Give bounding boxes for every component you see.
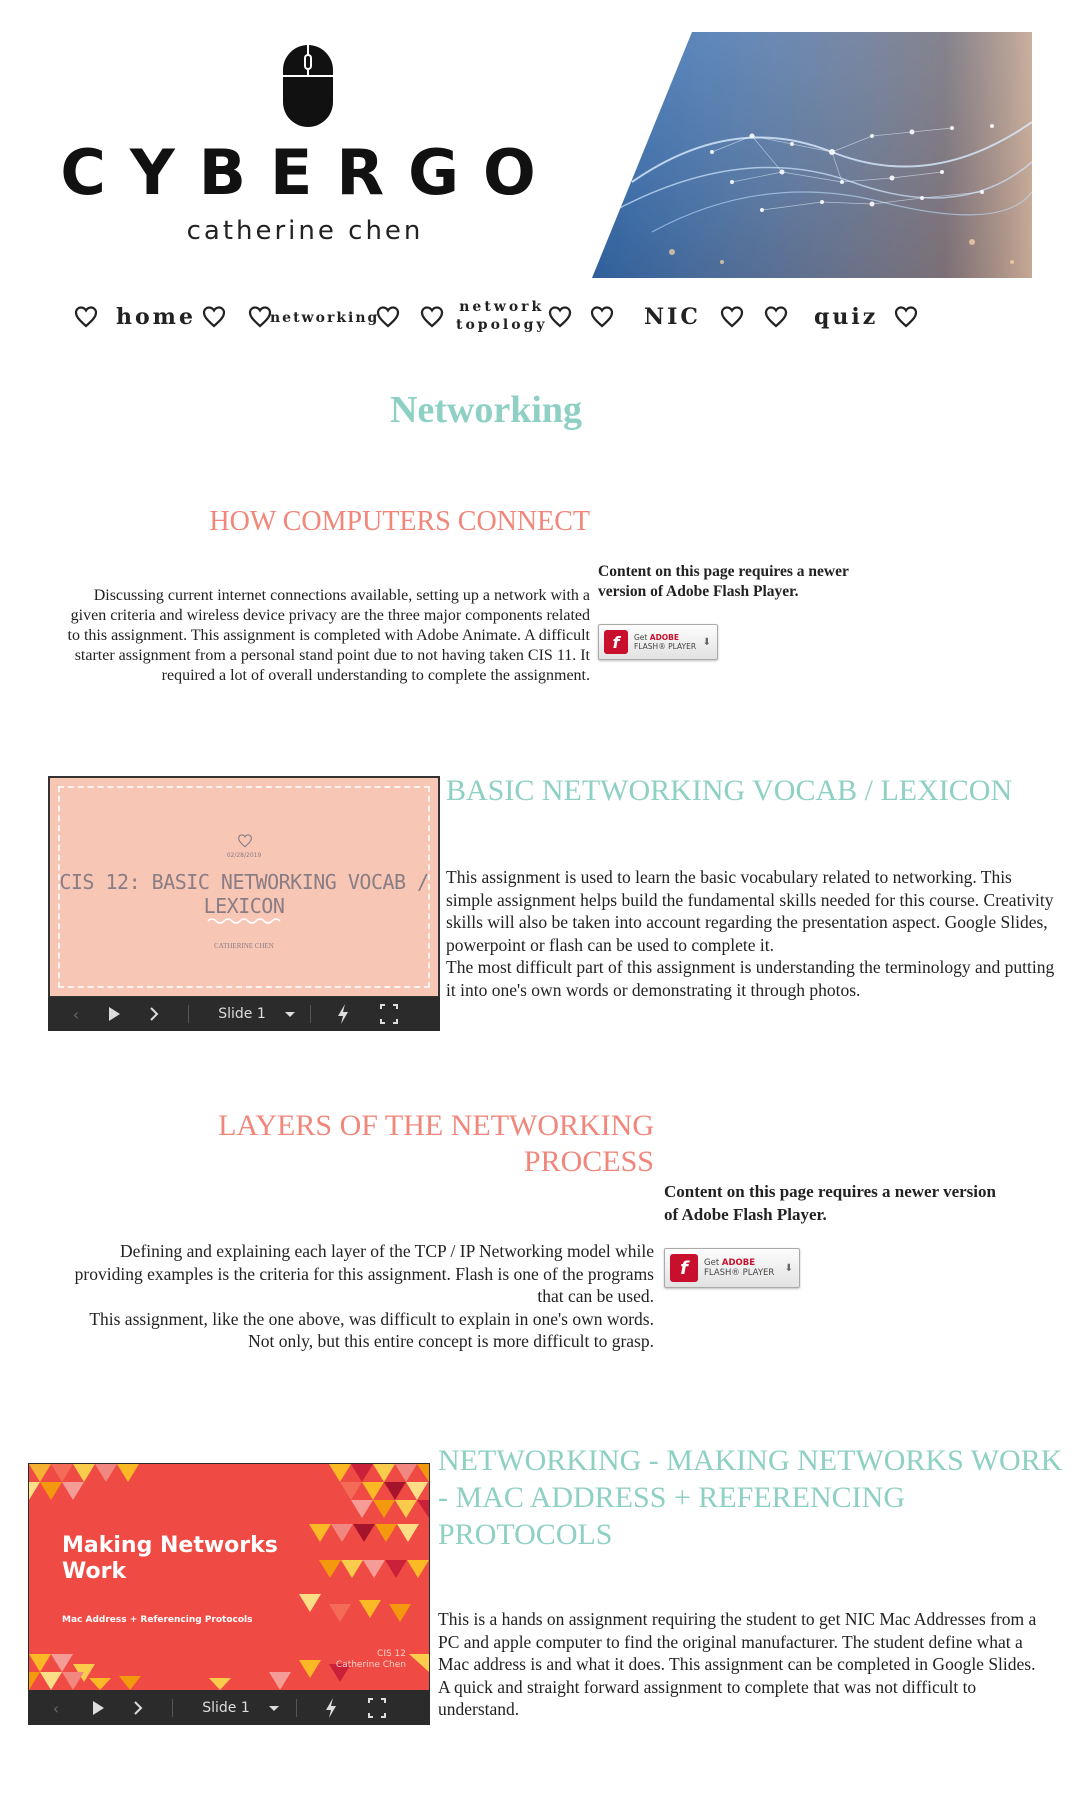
nav-home[interactable]: home (116, 304, 196, 330)
slide-subtitle: Mac Address + Referencing Protocols (62, 1615, 253, 1625)
prev-icon[interactable]: ‹ (44, 1691, 68, 1725)
play-icon[interactable] (104, 997, 124, 1031)
control-separator (310, 1005, 311, 1023)
section-text-vocab: This assignment is used to learn the bas… (446, 866, 1056, 1001)
header-banner-image (592, 32, 1032, 278)
flash-button-text: Get ADOBE FLASH® PLAYER (704, 1258, 774, 1278)
logo-subtitle: catherine chen (186, 216, 424, 246)
section-text-making-networks-p2: A quick and straight forward assignment … (438, 1676, 977, 1720)
slide-embed-vocab[interactable]: 02/28/2019 CIS 12: BASIC NETWORKING VOCA… (48, 776, 440, 1031)
slide-embed-making-networks[interactable]: Making Networks Work Mac Address + Refer… (28, 1463, 430, 1725)
section-text-vocab-p2: The most difficult part of this assignme… (446, 957, 1055, 1000)
nav-network-topology-line1: network (459, 299, 545, 315)
page-title: Networking (389, 389, 583, 431)
section-text-vocab-p1: This assignment is used to learn the bas… (446, 867, 1054, 955)
slide-author: Catherine Chen (335, 1660, 406, 1670)
next-icon[interactable] (144, 997, 164, 1031)
prev-icon[interactable]: ‹ (64, 997, 88, 1031)
heart-icon (590, 306, 614, 328)
heart-icon (420, 306, 444, 328)
flash-logo-icon: f (670, 1254, 698, 1282)
slide-controls: ‹ Slide 1 (48, 997, 440, 1031)
flash-logo-icon: f (604, 630, 628, 654)
nav-nic[interactable]: NIC (644, 304, 701, 330)
heart-icon (894, 306, 918, 328)
control-separator (188, 1005, 189, 1023)
flash-button-text: Get ADOBE FLASH® PLAYER (634, 633, 696, 651)
section-heading-vocab: BASIC NETWORKING VOCAB / LEXICON (446, 774, 1013, 807)
main-nav: home networking network topology NIC qui… (60, 290, 940, 346)
flash-notice: Content on this page requires a newer ve… (664, 1182, 996, 1224)
section-heading-making-networks: NETWORKING - MAKING NETWORKS WORK - MAC … (438, 1444, 1063, 1551)
dropdown-icon[interactable] (266, 1691, 282, 1725)
flash-button-adobe: ADOBE (721, 1258, 756, 1268)
nav-network-topology[interactable]: network topology (456, 298, 548, 334)
section-text-making-networks-p1: This is a hands on assignment requiring … (438, 1609, 1037, 1674)
section-heading-how-computers-connect: HOW COMPUTERS CONNECT (209, 506, 590, 537)
control-separator (296, 1699, 297, 1717)
heart-icon (202, 306, 226, 328)
flash-button-label: FLASH® PLAYER (634, 642, 697, 651)
heart-icon (238, 834, 252, 848)
flash-toggle-icon[interactable] (332, 997, 354, 1031)
download-arrow-icon: ⬇ (784, 1262, 793, 1274)
flash-toggle-icon[interactable] (320, 1691, 342, 1725)
slide-course: CIS 12 (377, 1649, 406, 1659)
download-arrow-icon: ⬇ (702, 636, 711, 648)
slide-preview: 02/28/2019 CIS 12: BASIC NETWORKING VOCA… (50, 778, 438, 996)
get-flash-player-button[interactable]: f Get ADOBE FLASH® PLAYER ⬇ (664, 1248, 800, 1288)
slide-selector[interactable]: Slide 1 (190, 1691, 262, 1725)
slide-title: CIS 12: BASIC NETWORKING VOCAB / LEXICON (59, 870, 429, 918)
get-flash-player-button[interactable]: f Get ADOBE FLASH® PLAYER ⬇ (598, 624, 718, 660)
slide-title: Making Networks Work (62, 1533, 278, 1584)
section-text-layers: Defining and explaining each layer of th… (60, 1240, 654, 1353)
section-heading-layers-line2: PROCESS (523, 1145, 654, 1178)
slide-author: CATHERINE CHEN (214, 942, 274, 950)
flash-button-adobe: ADOBE (649, 633, 680, 642)
dropdown-icon[interactable] (282, 997, 298, 1031)
section-text-making-networks: This is a hands on assignment requiring … (438, 1608, 1058, 1721)
heart-icon (764, 306, 788, 328)
nav-network-topology-line2: topology (456, 317, 548, 333)
section-text-how-computers-connect: Discussing current internet connections … (67, 587, 590, 684)
section-text-layers-p2: This assignment, like the one above, was… (89, 1308, 654, 1352)
heart-icon (376, 306, 400, 328)
nav-quiz[interactable]: quiz (814, 304, 878, 330)
flash-button-get: Get (704, 1258, 720, 1268)
slide-meta: CIS 12 Catherine Chen (336, 1649, 406, 1671)
heart-icon (720, 306, 744, 328)
logo-wordmark: CYBERGO (60, 136, 560, 209)
control-separator (172, 1699, 173, 1717)
slide-wave-divider (207, 918, 281, 924)
mouse-icon (283, 45, 333, 127)
section-text-layers-p1: Defining and explaining each layer of th… (74, 1241, 654, 1306)
play-icon[interactable] (88, 1691, 108, 1725)
flash-button-get: Get (634, 633, 648, 642)
fullscreen-icon[interactable] (366, 1691, 388, 1725)
nav-networking[interactable]: networking (270, 310, 379, 326)
heart-icon (248, 306, 272, 328)
fullscreen-icon[interactable] (378, 997, 400, 1031)
section-heading-layers-line1: LAYERS OF THE NETWORKING (218, 1109, 654, 1142)
slide-selector[interactable]: Slide 1 (206, 997, 278, 1031)
next-icon[interactable] (128, 1691, 148, 1725)
flash-button-label: FLASH® PLAYER (704, 1268, 775, 1278)
heart-icon (74, 306, 98, 328)
section-heading-layers: LAYERS OF THE NETWORKING PROCESS (100, 1108, 654, 1180)
slide-controls: ‹ Slide 1 (28, 1691, 430, 1725)
flash-notice: Content on this page requires a newer ve… (598, 563, 849, 600)
slide-date: 02/28/2019 (226, 852, 262, 859)
heart-icon (548, 306, 572, 328)
